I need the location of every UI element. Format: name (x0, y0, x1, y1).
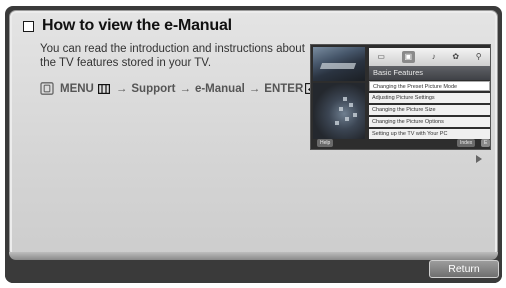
preview-icon-bar: ▭ ▣ ♪ ✿ ⚲ (369, 48, 490, 66)
emanual-preview: ▭ ▣ ♪ ✿ ⚲ Basic Features Changing the Pr… (310, 44, 491, 150)
preview-menu-list: Changing the Preset Picture Mode Adjusti… (369, 81, 490, 141)
description-text: You can read the introduction and instru… (40, 43, 305, 69)
menu-label: MENU (60, 82, 94, 95)
enter-label: ENTER (264, 82, 304, 95)
navigation-path: MENU → Support → e-Manual → ENTER (40, 82, 319, 95)
settings-icon: ✿ (452, 52, 460, 61)
checkbox-icon (23, 20, 34, 32)
tv-icon: ▭ (377, 52, 385, 61)
support-label: Support (131, 82, 176, 95)
arrow-separator: → (115, 82, 128, 95)
panel-bottom-edge (9, 252, 498, 260)
menu-icon (97, 83, 110, 94)
preview-menu-item: Adjusting Picture Settings (369, 93, 490, 103)
preview-thumbnail-bottom (313, 83, 365, 139)
search-icon: ⚲ (475, 52, 482, 61)
emanual-label: e-Manual (194, 82, 245, 95)
sound-icon: ♪ (431, 52, 436, 61)
page-title: How to view the e-Manual (42, 17, 232, 34)
preview-close-button: E (481, 139, 490, 147)
title-row: How to view the e-Manual (23, 17, 232, 35)
next-page-arrow-icon[interactable] (476, 155, 482, 163)
preview-menu-item: Setting up the TV with Your PC (369, 129, 490, 139)
return-button[interactable]: Return (429, 260, 499, 278)
preview-help-button: Help (317, 139, 334, 147)
remote-control-icon (40, 82, 54, 95)
preview-menu-item: Changing the Preset Picture Mode (369, 81, 490, 91)
preview-thumbnail-top (313, 47, 365, 81)
picture-icon: ▣ (401, 51, 416, 63)
arrow-separator: → (248, 82, 261, 95)
arrow-separator: → (179, 82, 191, 95)
preview-index-button: Index (457, 139, 476, 147)
preview-menu-item: Changing the Picture Size (369, 105, 490, 115)
preview-menu-item: Changing the Picture Options (369, 117, 490, 127)
preview-section-title: Basic Features (369, 66, 490, 80)
footer-bar (5, 260, 502, 283)
